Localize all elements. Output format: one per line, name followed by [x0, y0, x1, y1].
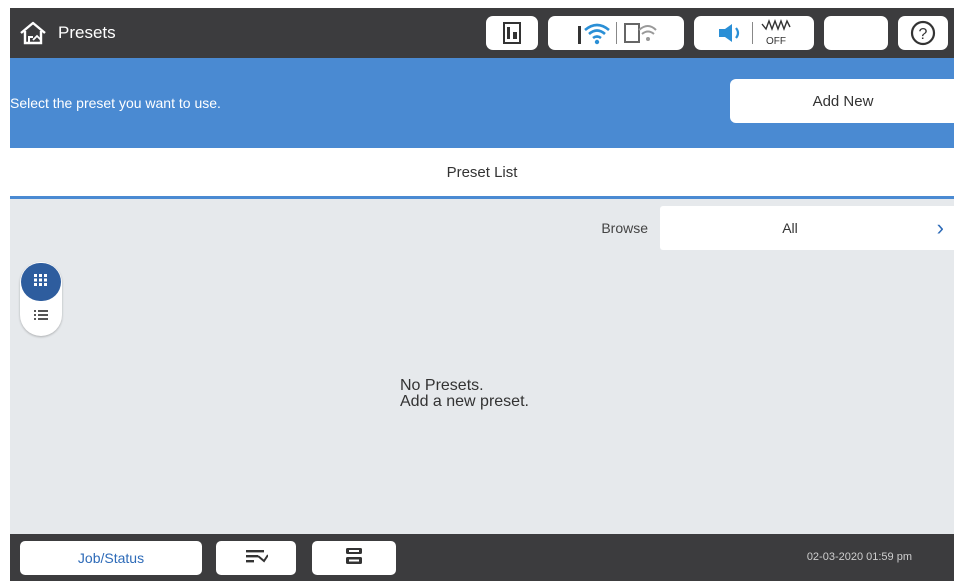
status-icons: OFF ? [476, 13, 948, 53]
wifi-icon [576, 20, 610, 46]
sound-status-button[interactable]: OFF [694, 16, 814, 50]
printer-screen: Presets OFF ? Select the preset you want… [10, 8, 954, 581]
page-title: Presets [58, 23, 116, 42]
tray-icon [343, 546, 365, 571]
view-toggle [20, 262, 62, 336]
job-status-button[interactable]: Job/Status [20, 541, 202, 575]
svg-text:?: ? [919, 26, 928, 43]
network-status-button[interactable] [548, 16, 684, 50]
help-button[interactable]: ? [898, 16, 948, 50]
home-button[interactable]: Presets [18, 13, 116, 53]
home-icon [18, 20, 48, 46]
separator [615, 22, 617, 44]
separator [751, 22, 753, 44]
wifi-direct-icon [623, 20, 657, 46]
browse-filter-value: All [782, 220, 798, 236]
sleep-button[interactable] [824, 16, 888, 50]
tray-button[interactable] [312, 541, 396, 575]
chevron-right-icon: › [936, 215, 944, 240]
add-new-button[interactable]: Add New [730, 79, 954, 123]
date-time: 02-03-2020 01:59 pm [806, 551, 912, 563]
top-status-bar: Presets OFF ? [10, 8, 954, 58]
list-view-button[interactable] [21, 300, 61, 334]
sleep-icon [847, 22, 865, 44]
grid-view-button[interactable] [21, 263, 61, 301]
empty-state-message: No Presets. Add a new preset. [400, 378, 529, 410]
empty-state-line-2: Add a new preset. [400, 393, 529, 410]
list-view-icon [34, 308, 48, 326]
browse-filter-select[interactable]: All › [660, 206, 954, 250]
ink-icon [502, 22, 522, 44]
instruction-bar: Select the preset you want to use. Add N… [10, 58, 954, 148]
browse-label: Browse [601, 220, 648, 236]
grid-view-icon [34, 273, 48, 291]
preset-list-title: Preset List [446, 163, 518, 181]
help-icon: ? [909, 19, 937, 47]
preset-list-header: Preset List [10, 148, 954, 199]
sound-icon [716, 21, 746, 45]
ink-status-button[interactable] [486, 16, 538, 50]
job-transfer-icon [244, 547, 269, 570]
stop-button[interactable] [216, 541, 296, 575]
bottom-bar: Job/Status 02-03-2020 01:59 pm [10, 534, 954, 581]
empty-state-line-1: No Presets. [400, 377, 484, 394]
instruction-text: Select the preset you want to use. [10, 95, 221, 111]
quiet-mode-label: OFF [766, 36, 786, 47]
quiet-mode-off-icon: OFF [759, 19, 793, 47]
